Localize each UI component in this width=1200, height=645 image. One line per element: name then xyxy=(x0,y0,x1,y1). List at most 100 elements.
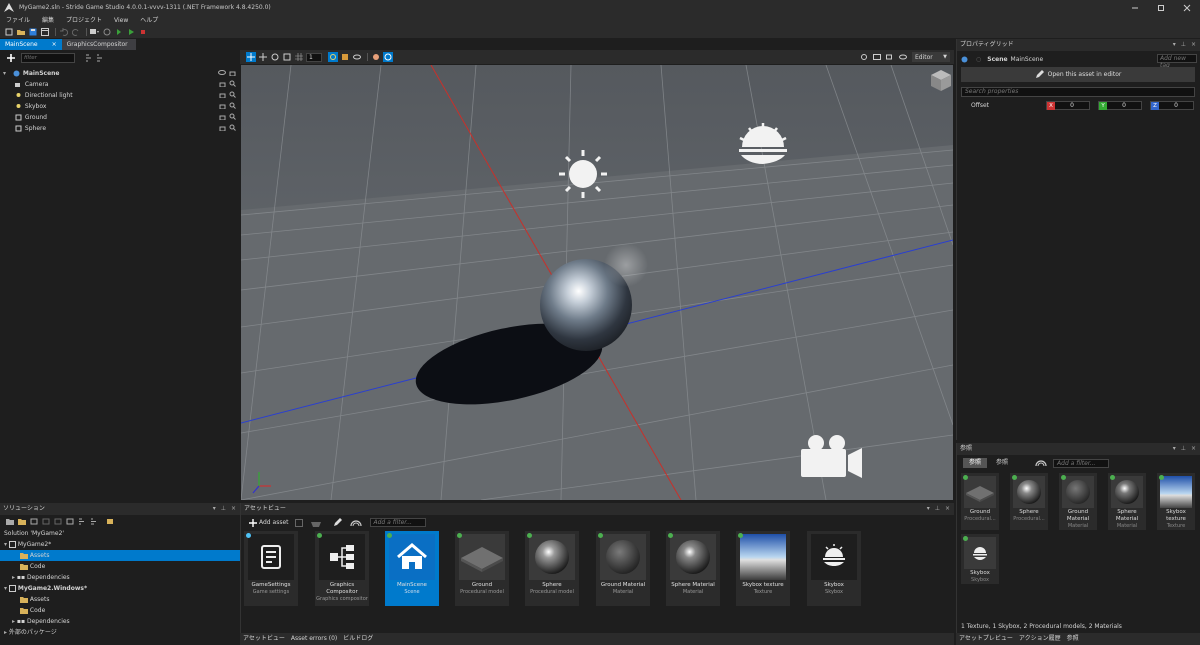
sort-icon[interactable] xyxy=(85,54,93,62)
lighting-icon[interactable] xyxy=(383,52,393,62)
tab-build-log[interactable]: ビルドログ xyxy=(340,634,376,644)
scene-filter-input[interactable] xyxy=(21,52,75,63)
expand-icon[interactable] xyxy=(66,518,74,525)
visibility-icon[interactable] xyxy=(1035,459,1047,467)
grid-size-input[interactable]: 1 xyxy=(306,52,322,62)
ref-item-skybox[interactable]: Skybox Skybox xyxy=(961,534,999,584)
asset-item-sphere[interactable]: Sphere Procedural model xyxy=(525,531,579,606)
search-icon[interactable] xyxy=(229,113,236,120)
tab-references[interactable]: 参照 xyxy=(990,458,1014,468)
menu-project[interactable]: プロジェクト xyxy=(60,15,108,26)
close-icon[interactable]: × xyxy=(231,503,236,515)
add-tag-input[interactable]: Add new tag xyxy=(1157,54,1197,69)
folder-code-windows[interactable]: Code xyxy=(0,605,240,616)
tab-referencers[interactable]: 参照 xyxy=(963,458,988,468)
menu-help[interactable]: ヘルプ xyxy=(134,15,164,26)
tree-item-directional-light[interactable]: Directional light xyxy=(0,90,240,101)
lock-icon[interactable] xyxy=(229,69,236,76)
import-icon[interactable] xyxy=(294,518,305,527)
project-mygame2[interactable]: ▾ MyGame2* xyxy=(0,539,240,550)
offset-y-field[interactable]: Y0 xyxy=(1098,100,1142,110)
search-icon[interactable] xyxy=(229,102,236,109)
tree-item-skybox[interactable]: Skybox xyxy=(0,101,240,112)
search-icon[interactable] xyxy=(229,124,236,131)
menu-edit[interactable]: 編集 xyxy=(36,15,60,26)
delete-icon[interactable] xyxy=(42,518,50,525)
search-properties-input[interactable]: Search properties xyxy=(961,87,1195,97)
project-mygame2-windows[interactable]: ▾ MyGame2.Windows* xyxy=(0,583,240,594)
close-button[interactable] xyxy=(1174,0,1200,15)
sort-desc-icon[interactable] xyxy=(96,54,104,62)
pin-icon[interactable]: ▾ xyxy=(927,503,930,515)
window-icon[interactable] xyxy=(40,27,50,37)
editor-mode-select[interactable]: Editor ▼ xyxy=(912,52,950,62)
rotate-tool-icon[interactable] xyxy=(270,52,280,62)
folder-icon[interactable] xyxy=(18,518,26,525)
build-icon[interactable] xyxy=(90,27,100,37)
close-icon[interactable]: × xyxy=(1191,443,1196,455)
folder-dependencies-windows[interactable]: ▸ ▪▪ Dependencies xyxy=(0,616,240,627)
lock-icon[interactable] xyxy=(219,113,226,120)
menu-view[interactable]: View xyxy=(108,15,134,26)
ref-item-sphere[interactable]: Sphere Procedural... xyxy=(1010,473,1048,530)
tab-asset-errors[interactable]: Asset errors (0) xyxy=(288,634,340,644)
copy-icon[interactable] xyxy=(54,518,62,525)
ref-item-sphere-material[interactable]: Sphere Material Material xyxy=(1108,473,1146,530)
pin-icon[interactable]: ⊥ xyxy=(1181,443,1186,455)
add-icon[interactable] xyxy=(30,518,38,525)
ref-item-ground[interactable]: Ground Procedural... xyxy=(961,473,999,530)
pin-icon[interactable]: ⊥ xyxy=(1181,39,1186,51)
asset-item-skybox[interactable]: Skybox Skybox xyxy=(807,531,861,606)
grid-snap-icon[interactable] xyxy=(294,52,304,62)
gizmo-icon[interactable] xyxy=(328,52,338,62)
tab-graphicscompositor[interactable]: GraphicsCompositor xyxy=(61,39,136,50)
offset-z-field[interactable]: Z0 xyxy=(1150,100,1194,110)
lock-icon[interactable] xyxy=(219,102,226,109)
ref-item-ground-material[interactable]: Ground Material Material xyxy=(1059,473,1097,530)
material-icon[interactable] xyxy=(340,52,350,62)
camera-view-icon[interactable] xyxy=(352,52,362,62)
camera-settings-icon[interactable] xyxy=(886,53,894,61)
pin-icon[interactable]: ⊥ xyxy=(935,503,940,515)
new-icon[interactable] xyxy=(4,27,14,37)
external-packages[interactable]: ▸ 外部のパッケージ xyxy=(0,627,240,638)
package-icon[interactable] xyxy=(106,518,114,525)
stop-icon[interactable] xyxy=(138,27,148,37)
maximize-button[interactable] xyxy=(1148,0,1174,15)
pin-icon[interactable]: ⊥ xyxy=(221,503,226,515)
tab-asset-preview[interactable]: アセットプレビュー xyxy=(956,634,1016,644)
settings-icon[interactable] xyxy=(860,53,868,61)
asset-item-gamesettings[interactable]: GameSettings Game settings xyxy=(244,531,298,606)
search-icon[interactable] xyxy=(229,80,236,87)
move-tool-icon[interactable] xyxy=(258,52,268,62)
new-folder-icon[interactable] xyxy=(6,518,14,525)
tab-asset-view[interactable]: アセットビュー xyxy=(240,634,288,644)
solution-root[interactable]: Solution 'MyGame2' xyxy=(0,528,240,539)
lock-icon[interactable] xyxy=(219,124,226,131)
add-asset-button[interactable]: Add asset xyxy=(249,518,289,527)
lock-icon[interactable] xyxy=(219,91,226,98)
render-mode-icon[interactable] xyxy=(371,52,381,62)
offset-x-field[interactable]: X0 xyxy=(1046,100,1090,110)
minimize-button[interactable] xyxy=(1122,0,1148,15)
asset-item-mainscene[interactable]: MainScene Scene xyxy=(385,531,439,606)
reference-filter-input[interactable]: Add a filter... xyxy=(1053,458,1110,468)
search-icon[interactable] xyxy=(229,91,236,98)
pin-icon[interactable]: ▾ xyxy=(213,503,216,515)
tab-mainscene[interactable]: MainScene × xyxy=(0,39,62,50)
menu-file[interactable]: ファイル xyxy=(0,15,36,26)
undo-icon[interactable] xyxy=(59,27,69,37)
asset-item-ground-material[interactable]: Ground Material Material xyxy=(596,531,650,606)
sort-desc-icon[interactable] xyxy=(90,518,98,525)
close-icon[interactable]: × xyxy=(945,503,950,515)
open-asset-button[interactable]: Open this asset in editor xyxy=(961,67,1195,82)
clean-icon[interactable] xyxy=(102,27,112,37)
sort-icon[interactable] xyxy=(78,518,86,525)
view-options-icon[interactable] xyxy=(349,519,362,527)
asset-item-graphics-compositor[interactable]: Graphics Compositor Graphics compositor xyxy=(315,531,369,606)
folder-assets[interactable]: Assets xyxy=(0,550,240,561)
tab-action-history[interactable]: アクション履歴 xyxy=(1016,634,1064,644)
redo-icon[interactable] xyxy=(71,27,81,37)
tree-item-sphere[interactable]: Sphere xyxy=(0,123,240,134)
edit-icon[interactable] xyxy=(333,518,342,527)
